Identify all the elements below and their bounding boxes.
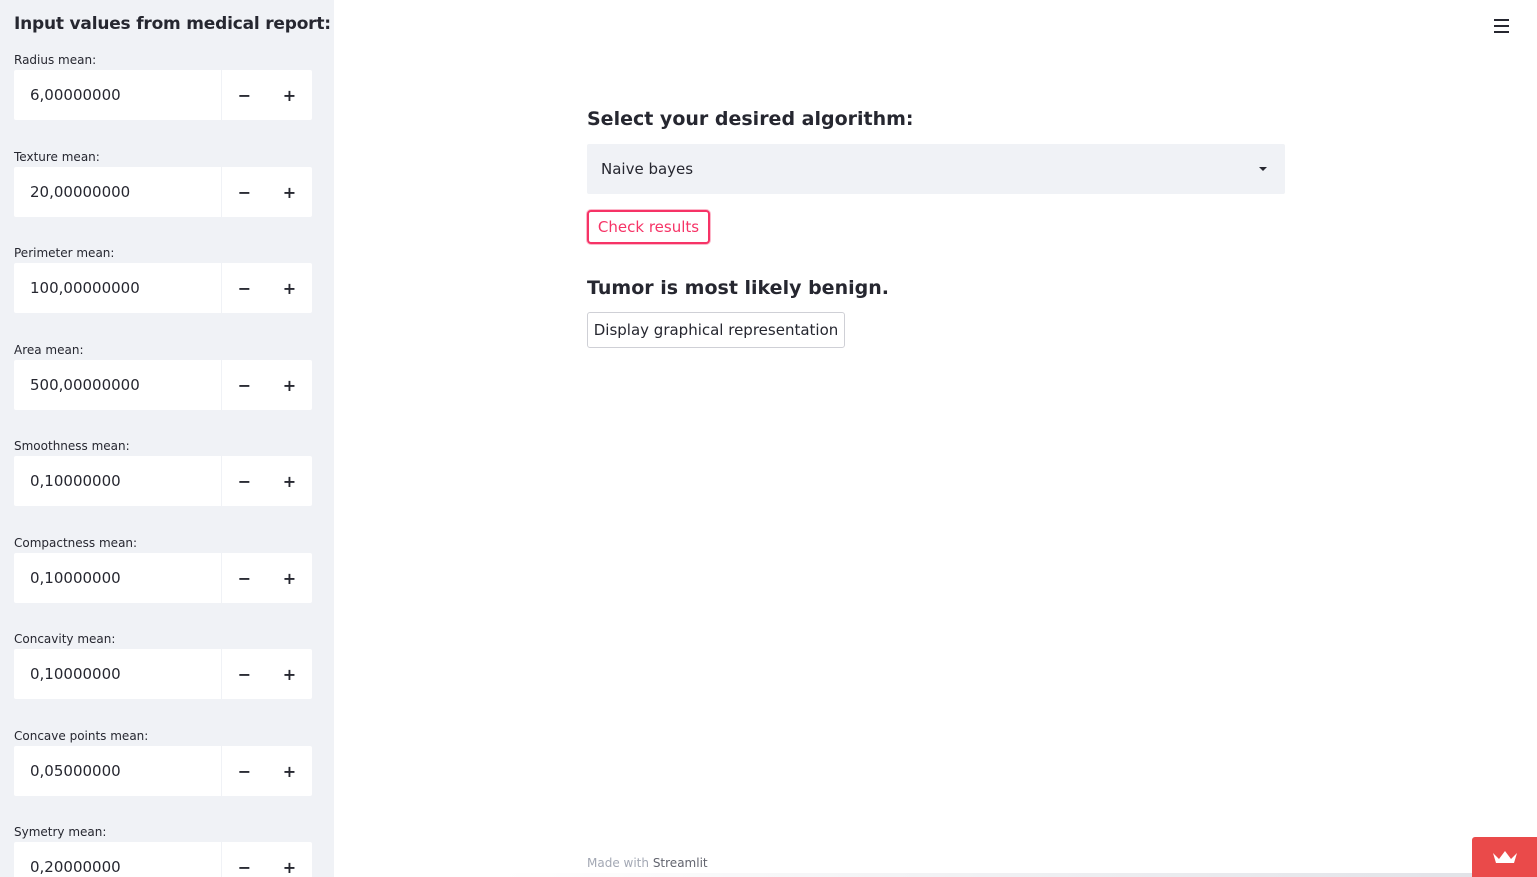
check-results-button[interactable]: Check results <box>587 210 710 244</box>
field-label: Radius mean: <box>14 53 97 67</box>
decrement-button[interactable]: − <box>222 746 267 796</box>
algorithm-select-value: Naive bayes <box>601 160 694 178</box>
hamburger-menu-icon[interactable] <box>1494 19 1509 33</box>
field-label: Concave points mean: <box>14 729 149 743</box>
field-label: Area mean: <box>14 343 84 357</box>
concavity-mean-input: 0,10000000 − + <box>14 649 312 699</box>
increment-button[interactable]: + <box>267 456 312 506</box>
number-input-value[interactable]: 500,00000000 <box>14 360 222 410</box>
texture-mean-input: 20,00000000 − + <box>14 167 312 217</box>
decrement-button[interactable]: − <box>222 263 267 313</box>
chevron-down-icon <box>1259 167 1267 171</box>
field-perimeter-mean: Perimeter mean: 100,00000000 − + <box>14 244 312 313</box>
number-input-value[interactable]: 100,00000000 <box>14 263 222 313</box>
decrement-button[interactable]: − <box>222 456 267 506</box>
number-input-value[interactable]: 0,20000000 <box>14 842 222 877</box>
increment-button[interactable]: + <box>267 649 312 699</box>
field-label: Concavity mean: <box>14 632 116 646</box>
sidebar: Input values from medical report: Radius… <box>0 0 334 877</box>
streamlit-link[interactable]: Streamlit <box>653 856 708 870</box>
footer: Made with Streamlit <box>587 856 708 870</box>
field-label: Compactness mean: <box>14 536 138 550</box>
smoothness-mean-input: 0,10000000 − + <box>14 456 312 506</box>
area-mean-input: 500,00000000 − + <box>14 360 312 410</box>
field-concave-points-mean: Concave points mean: 0,05000000 − + <box>14 727 312 796</box>
symetry-mean-input: 0,20000000 − + <box>14 842 312 877</box>
number-input-value[interactable]: 0,10000000 <box>14 553 222 603</box>
decrement-button[interactable]: − <box>222 649 267 699</box>
decrement-button[interactable]: − <box>222 167 267 217</box>
field-texture-mean: Texture mean: 20,00000000 − + <box>14 148 312 217</box>
increment-button[interactable]: + <box>267 167 312 217</box>
display-graph-button[interactable]: Display graphical representation <box>587 312 845 348</box>
number-input-value[interactable]: 0,10000000 <box>14 649 222 699</box>
field-compactness-mean: Compactness mean: 0,10000000 − + <box>14 534 312 603</box>
field-label: Texture mean: <box>14 150 100 164</box>
algorithm-select-label: Select your desired algorithm: <box>587 108 914 130</box>
compactness-mean-input: 0,10000000 − + <box>14 553 312 603</box>
increment-button[interactable]: + <box>267 746 312 796</box>
prediction-result: Tumor is most likely benign. <box>587 277 889 299</box>
decrement-button[interactable]: − <box>222 553 267 603</box>
menu-bar <box>1494 31 1509 33</box>
number-input-value[interactable]: 0,05000000 <box>14 746 222 796</box>
footer-made-with: Made with <box>587 856 649 870</box>
menu-bar <box>1494 19 1509 21</box>
field-label: Smoothness mean: <box>14 439 130 453</box>
number-input-value[interactable]: 20,00000000 <box>14 167 222 217</box>
sidebar-title: Input values from medical report: <box>14 14 331 34</box>
increment-button[interactable]: + <box>267 70 312 120</box>
increment-button[interactable]: + <box>267 553 312 603</box>
field-concavity-mean: Concavity mean: 0,10000000 − + <box>14 630 312 699</box>
footer-divider <box>500 873 1537 877</box>
decrement-button[interactable]: − <box>222 842 267 877</box>
algorithm-select[interactable]: Naive bayes <box>587 144 1285 194</box>
radius-mean-input: 6,00000000 − + <box>14 70 312 120</box>
field-symetry-mean: Symetry mean: 0,20000000 − + <box>14 823 312 877</box>
decrement-button[interactable]: − <box>222 360 267 410</box>
field-radius-mean: Radius mean: 6,00000000 − + <box>14 51 312 120</box>
menu-bar <box>1494 25 1509 27</box>
crown-icon <box>1492 851 1517 863</box>
field-label: Symetry mean: <box>14 825 107 839</box>
number-input-value[interactable]: 0,10000000 <box>14 456 222 506</box>
field-area-mean: Area mean: 500,00000000 − + <box>14 341 312 410</box>
field-smoothness-mean: Smoothness mean: 0,10000000 − + <box>14 437 312 506</box>
increment-button[interactable]: + <box>267 842 312 877</box>
decrement-button[interactable]: − <box>222 70 267 120</box>
field-label: Perimeter mean: <box>14 246 115 260</box>
perimeter-mean-input: 100,00000000 − + <box>14 263 312 313</box>
increment-button[interactable]: + <box>267 263 312 313</box>
increment-button[interactable]: + <box>267 360 312 410</box>
streamlit-badge[interactable] <box>1472 837 1537 877</box>
number-input-value[interactable]: 6,00000000 <box>14 70 222 120</box>
concave-points-mean-input: 0,05000000 − + <box>14 746 312 796</box>
